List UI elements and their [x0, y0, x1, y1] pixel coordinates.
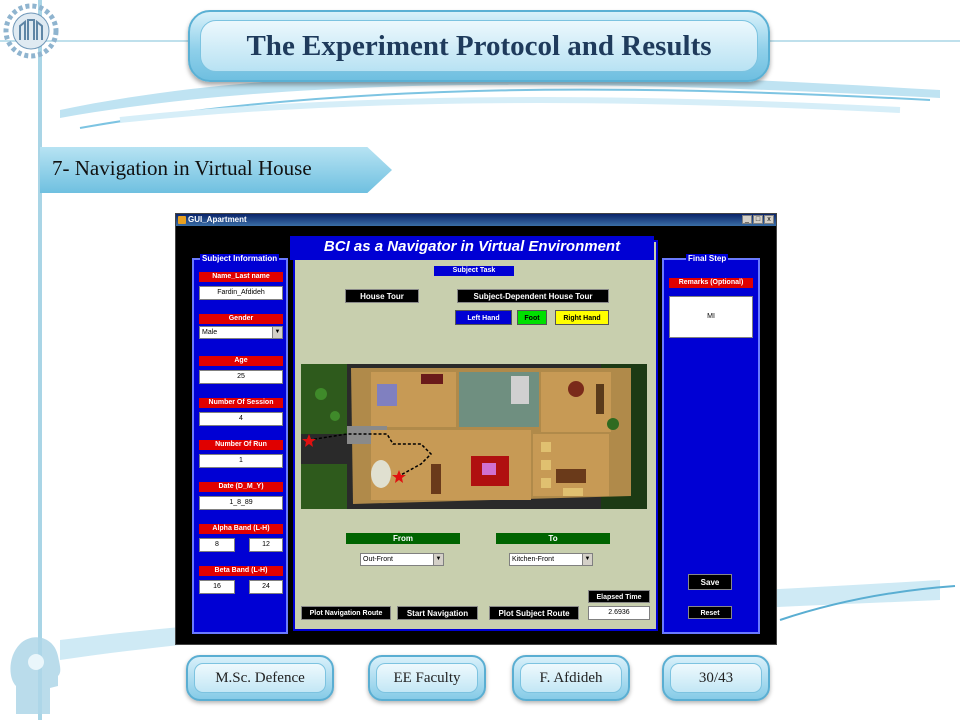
plot-navigation-route-button[interactable]: Plot Navigation Route	[301, 606, 391, 620]
matlab-icon	[178, 216, 186, 224]
brain-head-icon	[10, 637, 61, 714]
beta-high-field[interactable]: 24	[249, 580, 283, 594]
gui-apartment-window: GUI_Apartment _ □ x Subject Information …	[175, 213, 777, 645]
subject-information-title: Subject Information	[200, 254, 280, 263]
footer-pill-page: 30/43	[662, 655, 770, 701]
chevron-down-icon[interactable]: ▼	[582, 554, 592, 565]
right-hand-button[interactable]: Right Hand	[555, 310, 609, 325]
slide-title-banner: The Experiment Protocol and Results	[188, 10, 770, 82]
reset-button[interactable]: Reset	[688, 606, 732, 619]
window-titlebar: GUI_Apartment _ □ x	[176, 214, 776, 226]
footer-pill-author: F. Afdideh	[512, 655, 630, 701]
subject-information-panel: Subject Information Name_Last name Fardi…	[192, 254, 288, 634]
from-label: From	[346, 533, 460, 544]
subject-dependent-tour-button[interactable]: Subject-Dependent House Tour	[457, 289, 609, 303]
beta-low-field[interactable]: 16	[199, 580, 235, 594]
slide-title: The Experiment Protocol and Results	[246, 29, 712, 62]
from-select[interactable]: Out-Front ▼	[360, 553, 444, 566]
to-select[interactable]: Kitchen-Front ▼	[509, 553, 593, 566]
beta-band-label: Beta Band (L-H)	[199, 566, 283, 576]
subject-task-label: Subject Task	[434, 266, 514, 276]
chevron-down-icon[interactable]: ▼	[433, 554, 443, 565]
to-value: Kitchen-Front	[512, 556, 555, 563]
elapsed-time-field: 2.6936	[588, 606, 650, 620]
date-field[interactable]: 1_8_89	[199, 496, 283, 510]
name-label: Name_Last name	[199, 272, 283, 282]
section-heading: 7- Navigation in Virtual House	[52, 156, 312, 180]
plot-subject-route-button[interactable]: Plot Subject Route	[489, 606, 579, 620]
from-value: Out-Front	[363, 556, 393, 563]
foot-button[interactable]: Foot	[517, 310, 547, 325]
to-label: To	[496, 533, 610, 544]
gender-label: Gender	[199, 314, 283, 324]
main-title: BCI as a Navigator in Virtual Environmen…	[323, 238, 621, 255]
age-field[interactable]: 25	[199, 370, 283, 384]
final-step-title: Final Step	[686, 254, 729, 263]
remarks-field[interactable]: MI	[669, 296, 753, 338]
start-navigation-button[interactable]: Start Navigation	[397, 606, 478, 620]
virtual-house-map[interactable]	[301, 364, 647, 509]
save-button[interactable]: Save	[688, 574, 732, 590]
gender-value: Male	[202, 329, 218, 336]
age-label: Age	[199, 356, 283, 366]
date-label: Date (D_M_Y)	[199, 482, 283, 492]
alpha-low-field[interactable]: 8	[199, 538, 235, 552]
left-hand-button[interactable]: Left Hand	[455, 310, 512, 325]
house-tour-button[interactable]: House Tour	[345, 289, 419, 303]
session-label: Number Of Session	[199, 398, 283, 408]
chevron-down-icon[interactable]: ▼	[272, 327, 282, 338]
final-step-panel: Final Step Remarks (Optional) MI Save Re…	[662, 254, 760, 634]
run-label: Number Of Run	[199, 440, 283, 450]
alpha-band-label: Alpha Band (L-H)	[199, 524, 283, 534]
remarks-label: Remarks (Optional)	[669, 278, 753, 288]
name-field[interactable]: Fardin_Afdideh	[199, 286, 283, 300]
maximize-button[interactable]: □	[753, 215, 763, 224]
footer-pill-defence: M.Sc. Defence	[186, 655, 334, 701]
footer-pill-faculty: EE Faculty	[368, 655, 486, 701]
elapsed-time-label: Elapsed Time	[588, 590, 650, 603]
minimize-button[interactable]: _	[742, 215, 752, 224]
alpha-high-field[interactable]: 12	[249, 538, 283, 552]
university-logo	[3, 3, 59, 59]
run-field[interactable]: 1	[199, 454, 283, 468]
window-title: GUI_Apartment	[188, 215, 247, 224]
session-field[interactable]: 4	[199, 412, 283, 426]
close-button[interactable]: x	[764, 215, 774, 224]
main-title-banner: BCI as a Navigator in Virtual Environmen…	[290, 236, 654, 260]
gender-select[interactable]: Male ▼	[199, 326, 283, 339]
